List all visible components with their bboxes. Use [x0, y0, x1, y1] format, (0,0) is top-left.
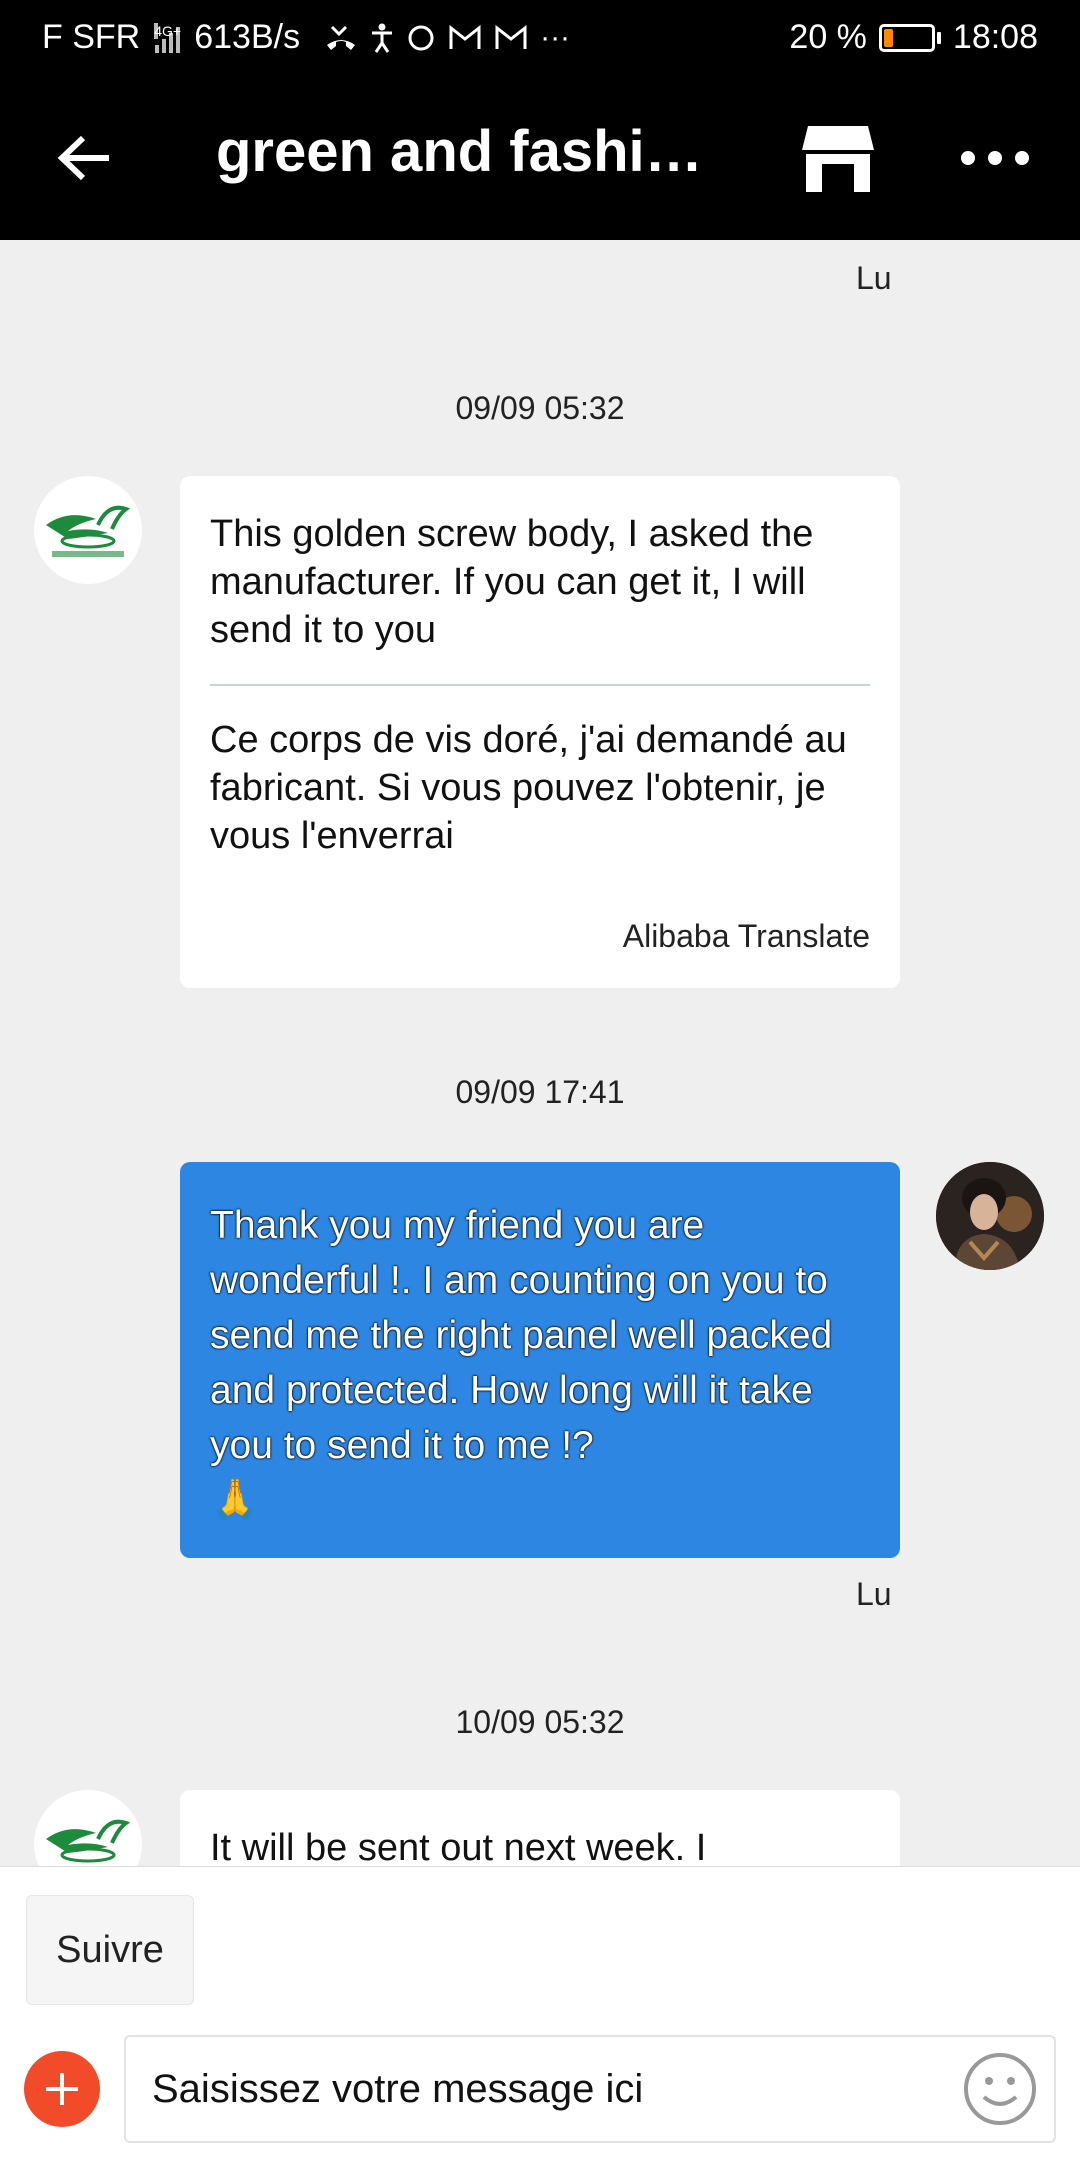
store-icon: [802, 126, 874, 192]
seller-avatar[interactable]: [34, 476, 142, 584]
timestamp: 09/09 17:41: [455, 1074, 625, 1110]
network-type: 4G+: [154, 22, 182, 39]
input-bar: Suivre: [0, 1866, 1080, 2160]
chat-title: green and fashio…: [216, 119, 736, 184]
translation-divider: [210, 684, 870, 686]
network-speed: 613B/s: [194, 18, 301, 56]
message-input[interactable]: [152, 2037, 952, 2141]
more-options-button[interactable]: [955, 126, 1035, 190]
seller-logo-icon: [46, 1819, 131, 1863]
emoji-button[interactable]: [962, 2051, 1038, 2127]
battery-icon: [878, 23, 941, 52]
back-button[interactable]: [52, 126, 116, 190]
incoming-message[interactable]: This golden screw body, I asked the manu…: [180, 476, 900, 988]
gmail-icon: [449, 24, 481, 49]
message-text: Thank you my friend you are wonderful !.…: [210, 1204, 833, 1467]
message-translation-text: Ce corps de vis doré, j'ai demandé au fa…: [210, 719, 847, 857]
outgoing-message[interactable]: Thank you my friend you are wonderful !.…: [180, 1162, 900, 1558]
message-list[interactable]: Lu 09/09 05:32 This golden screw body, I…: [0, 240, 1080, 1866]
battery-percent: 20 %: [789, 18, 867, 56]
back-arrow-icon: [57, 135, 109, 181]
message-original-text: It will be sent out next week. I: [210, 1827, 707, 1866]
timestamp: 09/09 05:32: [455, 390, 625, 426]
message-input-box[interactable]: [124, 2035, 1056, 2143]
user-avatar[interactable]: [936, 1162, 1044, 1270]
more-notifications-icon: ···: [540, 20, 571, 54]
timestamp: 10/09 05:32: [455, 1704, 625, 1740]
user-photo-icon: [936, 1162, 1044, 1270]
gmail-icon: [495, 24, 527, 49]
seller-avatar[interactable]: [34, 1790, 142, 1866]
sync-icon: [408, 25, 434, 50]
translate-label: Alibaba Translate: [622, 918, 870, 954]
add-attachment-button[interactable]: [24, 2051, 100, 2127]
message-original-text: This golden screw body, I asked the manu…: [210, 513, 814, 651]
accessibility-icon: [372, 23, 393, 53]
pray-emoji-icon: 🙏: [210, 1478, 260, 1522]
status-bar: F SFR 4G+ 613B/s ··· 20 % 18:08: [0, 0, 1080, 76]
clock: 18:08: [952, 18, 1038, 56]
follow-button[interactable]: Suivre: [26, 1895, 194, 2005]
smiley-icon: [964, 2053, 1036, 2125]
missed-call-icon: [327, 25, 356, 50]
store-button[interactable]: [800, 120, 876, 196]
incoming-message[interactable]: It will be sent out next week. I: [180, 1790, 900, 1866]
more-icon: [961, 151, 975, 165]
sender-label: Lu: [856, 260, 892, 296]
seller-logo-icon: [46, 505, 131, 557]
sender-label: Lu: [856, 1576, 892, 1612]
plus-icon: [46, 2073, 78, 2105]
carrier-name: F SFR: [42, 18, 141, 56]
chat-header: green and fashio…: [0, 76, 1080, 240]
signal-icon: 4G+: [154, 22, 182, 53]
